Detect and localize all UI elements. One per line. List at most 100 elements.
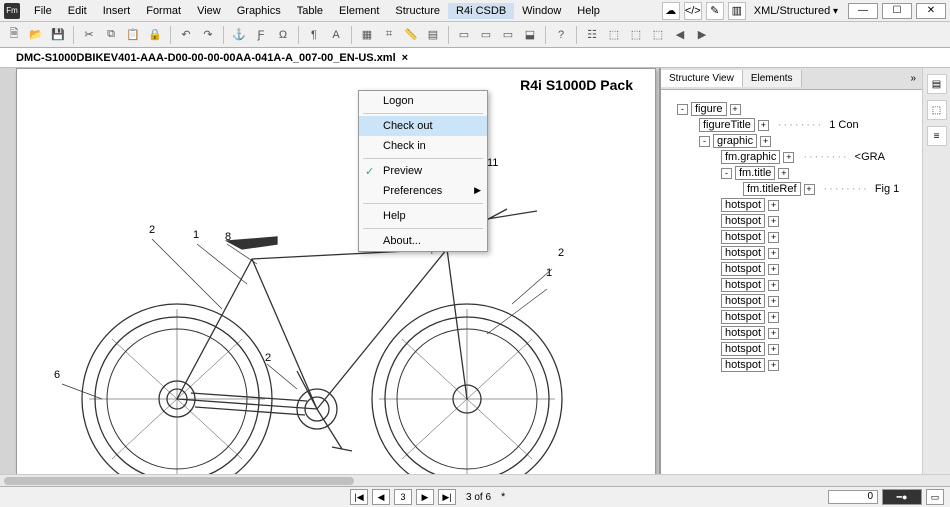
tree-expand-attr-icon[interactable]: + [768, 248, 779, 259]
menuitem-preferences[interactable]: Preferences▶ [359, 181, 487, 201]
tree-node-figureTitle[interactable]: figureTitle+········1 Con [667, 118, 916, 132]
tree-expand-attr-icon[interactable]: + [760, 136, 771, 147]
tree-expand-attr-icon[interactable]: + [730, 104, 741, 115]
menu-view[interactable]: View [189, 3, 229, 19]
footnote-icon[interactable]: Ƒ [251, 25, 271, 45]
tree-expand-attr-icon[interactable]: + [768, 296, 779, 307]
tree-node-hotspot[interactable]: hotspot+ [667, 230, 916, 244]
symbols-icon[interactable]: ⌗ [379, 25, 399, 45]
tree-node-hotspot[interactable]: hotspot+ [667, 358, 916, 372]
tree-node-hotspot[interactable]: hotspot+ [667, 246, 916, 260]
element-icon[interactable]: ⬚ [604, 25, 624, 45]
cut-icon[interactable]: ✂ [79, 25, 99, 45]
tree-expand-attr-icon[interactable]: + [768, 312, 779, 323]
tree-expand-attr-icon[interactable]: + [778, 168, 789, 179]
tab-structure-view[interactable]: Structure View [661, 70, 743, 87]
text-frame-icon[interactable]: ▭ [454, 25, 474, 45]
close-tab-icon[interactable]: × [402, 52, 408, 64]
tree-node-figure[interactable]: -figure+ [667, 102, 916, 116]
tree-toggle-icon[interactable]: - [677, 104, 688, 115]
menu-structure[interactable]: Structure [387, 3, 448, 19]
menu-edit[interactable]: Edit [60, 3, 95, 19]
tree-node-fm-titleRef[interactable]: fm.titleRef+········Fig 1 [667, 182, 916, 196]
ruler-icon[interactable]: 📏 [401, 25, 421, 45]
zoom-field[interactable]: 0 [828, 490, 878, 504]
edit-icon[interactable]: ✎ [706, 2, 724, 20]
prev-page-button[interactable]: ◀ [372, 489, 390, 505]
struct-icon[interactable]: ☷ [582, 25, 602, 45]
tree-expand-attr-icon[interactable]: + [768, 280, 779, 291]
structure-tree[interactable]: -figure+ figureTitle+········1 Con -graphi… [661, 90, 922, 486]
tree-toggle-icon[interactable]: - [699, 136, 710, 147]
last-page-button[interactable]: ▶| [438, 489, 456, 505]
tab-elements[interactable]: Elements [743, 70, 802, 87]
fit-window-icon[interactable]: ▭ [926, 489, 944, 505]
tree-node-hotspot[interactable]: hotspot+ [667, 294, 916, 308]
save-icon[interactable]: 💾 [48, 25, 68, 45]
tree-node-hotspot[interactable]: hotspot+ [667, 198, 916, 212]
boundaries-icon[interactable]: ▦ [357, 25, 377, 45]
wrap-icon[interactable]: ▭ [498, 25, 518, 45]
copy-icon[interactable]: ⧉ [101, 25, 121, 45]
tree-expand-attr-icon[interactable]: + [768, 360, 779, 371]
menu-r4i-csdb[interactable]: R4i CSDB [448, 3, 514, 19]
tree-expand-attr-icon[interactable]: + [768, 344, 779, 355]
menu-file[interactable]: File [26, 3, 60, 19]
tree-toggle-icon[interactable]: - [721, 168, 732, 179]
menu-graphics[interactable]: Graphics [229, 3, 289, 19]
menuitem-check-in[interactable]: Check in [359, 136, 487, 156]
merge-icon[interactable]: ⬓ [520, 25, 540, 45]
first-page-button[interactable]: |◀ [350, 489, 368, 505]
tree-node-hotspot[interactable]: hotspot+ [667, 262, 916, 276]
next-icon[interactable]: ▶ [692, 25, 712, 45]
tree-node-graphic[interactable]: -graphic+ [667, 134, 916, 148]
strip-icon-2[interactable]: ⬚ [927, 100, 947, 120]
strip-icon-1[interactable]: ▤ [927, 74, 947, 94]
next-page-button[interactable]: ▶ [416, 489, 434, 505]
redo-icon[interactable]: ↷ [198, 25, 218, 45]
tree-node-hotspot[interactable]: hotspot+ [667, 214, 916, 228]
paste-icon[interactable]: 📋 [123, 25, 143, 45]
menu-insert[interactable]: Insert [95, 3, 139, 19]
menu-element[interactable]: Element [331, 3, 387, 19]
prev-icon[interactable]: ◀ [670, 25, 690, 45]
tree-expand-attr-icon[interactable]: + [768, 328, 779, 339]
page-number-field[interactable]: 3 [394, 489, 412, 505]
tree-node-hotspot[interactable]: hotspot+ [667, 342, 916, 356]
grid-icon[interactable]: ▤ [423, 25, 443, 45]
open-icon[interactable]: 📂 [26, 25, 46, 45]
tree-expand-attr-icon[interactable]: + [768, 232, 779, 243]
menuitem-logon[interactable]: Logon [359, 91, 487, 111]
menu-help[interactable]: Help [569, 3, 608, 19]
anchor-icon[interactable]: ⚓ [229, 25, 249, 45]
canvas-area[interactable]: R4i S1000D Pack [0, 68, 660, 486]
new-icon[interactable]: 🗎 [4, 25, 24, 45]
tree-expand-attr-icon[interactable]: + [768, 200, 779, 211]
unwrap-icon[interactable]: ▭ [476, 25, 496, 45]
undo-icon[interactable]: ↶ [176, 25, 196, 45]
panel-collapse-icon[interactable]: » [904, 73, 922, 84]
tree-h-scrollbar[interactable] [0, 474, 950, 486]
tree-expand-attr-icon[interactable]: + [768, 264, 779, 275]
tree-expand-attr-icon[interactable]: + [768, 216, 779, 227]
help-icon[interactable]: ? [551, 25, 571, 45]
maximize-button[interactable]: ☐ [882, 3, 912, 19]
tree-node-fm-graphic[interactable]: fm.graphic+········<GRA [667, 150, 916, 164]
tree-expand-attr-icon[interactable]: + [804, 184, 815, 195]
menu-format[interactable]: Format [138, 3, 189, 19]
attr-icon[interactable]: ⬚ [626, 25, 646, 45]
tree-node-hotspot[interactable]: hotspot+ [667, 278, 916, 292]
menuitem-preview[interactable]: Preview✓ [359, 161, 487, 181]
strip-icon-3[interactable]: ≡ [927, 126, 947, 146]
lock-icon[interactable]: 🔒 [145, 25, 165, 45]
panel-icon[interactable]: ▥ [728, 2, 746, 20]
workspace-label[interactable]: XML/Structured ▾ [748, 4, 844, 18]
tree-node-hotspot[interactable]: hotspot+ [667, 326, 916, 340]
tree-node-hotspot[interactable]: hotspot+ [667, 310, 916, 324]
tree-node-fm-title[interactable]: -fm.title+ [667, 166, 916, 180]
symbol-icon[interactable]: Ω [273, 25, 293, 45]
menuitem-check-out[interactable]: Check out [359, 116, 487, 136]
document-tab[interactable]: DMC-S1000DBIKEV401-AAA-D00-00-00-00AA-04… [8, 50, 416, 66]
close-button[interactable]: ✕ [916, 3, 946, 19]
menuitem-about-[interactable]: About... [359, 231, 487, 251]
